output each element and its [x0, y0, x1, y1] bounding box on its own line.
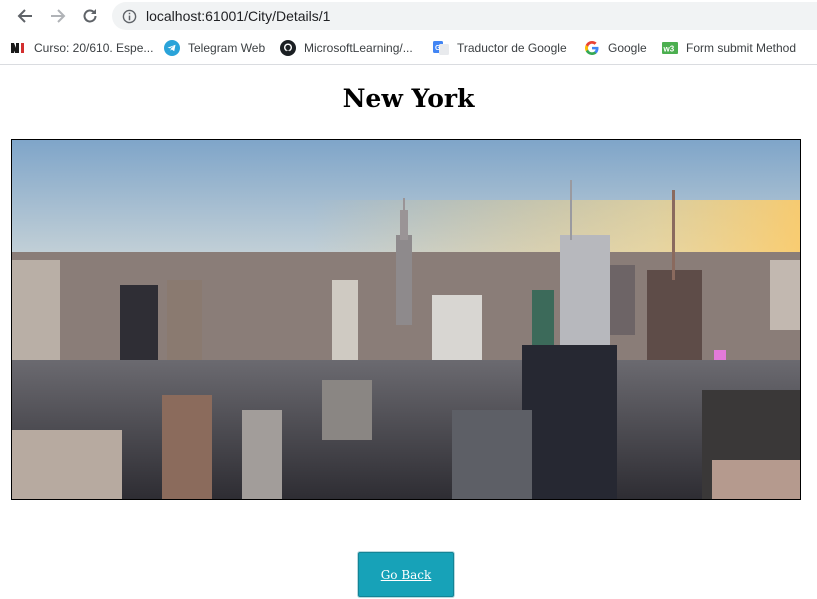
bookmark-translate[interactable]: G Traductor de Google — [433, 38, 567, 58]
bookmarks-bar: Curso: 20/610. Espe... Telegram Web Micr… — [0, 32, 817, 65]
address-bar[interactable]: localhost:61001/City/Details/1 — [112, 2, 817, 30]
bookmark-github[interactable]: MicrosoftLearning/... — [280, 38, 413, 58]
reload-button[interactable] — [77, 4, 103, 28]
page-title: New York — [342, 84, 475, 113]
google-icon — [584, 40, 600, 56]
reload-icon — [83, 9, 97, 23]
forward-arrow-icon — [51, 9, 66, 23]
bookmark-label: MicrosoftLearning/... — [304, 41, 413, 55]
go-back-label[interactable]: Go Back — [381, 568, 432, 582]
svg-text:w3: w3 — [663, 45, 675, 54]
w3schools-icon: w3 — [662, 40, 678, 56]
info-icon — [122, 9, 137, 24]
url-text[interactable]: localhost:61001/City/Details/1 — [146, 8, 330, 24]
forward-button[interactable] — [45, 4, 71, 28]
bookmark-label: Curso: 20/610. Espe... — [34, 41, 154, 55]
bookmark-label: Google — [608, 41, 647, 55]
telegram-icon — [164, 40, 180, 56]
back-arrow-icon — [17, 9, 32, 23]
back-button[interactable] — [12, 4, 38, 28]
bookmark-curso[interactable]: Curso: 20/610. Espe... — [10, 38, 153, 58]
city-skyline-image — [11, 139, 801, 500]
bookmark-telegram[interactable]: Telegram Web — [164, 38, 265, 58]
svg-text:G: G — [435, 45, 441, 52]
bookmark-label: Traductor de Google — [457, 41, 567, 55]
bookmark-google[interactable]: Google — [584, 38, 647, 58]
ni-logo-icon — [10, 40, 26, 56]
bookmark-w3schools[interactable]: w3 Form submit Method — [662, 38, 796, 58]
browser-toolbar: localhost:61001/City/Details/1 — [0, 0, 817, 32]
go-back-button[interactable]: Go Back — [358, 552, 454, 597]
github-icon — [280, 40, 296, 56]
google-translate-icon: G — [433, 40, 449, 56]
bookmark-label: Telegram Web — [188, 41, 266, 55]
bookmark-label: Form submit Method — [686, 41, 797, 55]
